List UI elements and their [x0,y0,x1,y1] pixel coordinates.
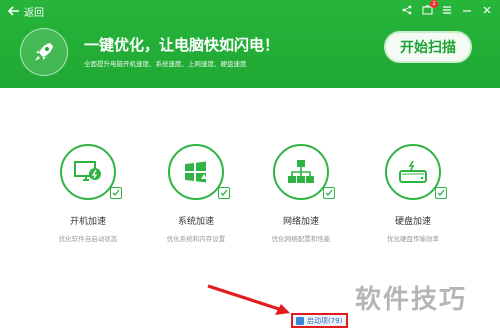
back-arrow-icon [8,6,19,16]
share-icon[interactable] [400,3,414,17]
boot-items-label: 启动项(79) [307,316,343,325]
skin-icon[interactable]: 2 [420,0,438,17]
checkbox-icon[interactable] [323,187,335,199]
feature-title: 开机加速 [69,217,106,227]
feature-title: 系统加速 [177,217,214,227]
banner-subline: 全面提升电脑开机速度、系统速度、上网速度、硬盘速度 [84,60,247,68]
feature-desc: 优化软件自启动状态 [58,235,118,243]
feature-title: 网络加速 [282,217,319,227]
feature-disk-speedup[interactable]: 硬盘加速 优化硬盘传输效率 [368,144,458,243]
monitor-boot-icon [60,144,122,200]
feature-boot-speedup[interactable]: 开机加速 优化软件自启动状态 [43,144,133,243]
start-scan-button[interactable]: 开始扫描 [384,31,472,63]
checkbox-icon[interactable] [435,187,447,199]
boot-items-icon [296,316,304,325]
feature-system-speedup[interactable]: 系统加速 优化系统和内存设置 [151,144,241,243]
back-button[interactable]: 返回 [8,4,44,19]
windows-system-icon [168,144,230,200]
feature-title: 硬盘加速 [394,217,431,227]
banner-headline: 一键优化，让电脑快如闪电！ [84,36,280,54]
red-arrow-annotation [207,284,290,315]
feature-desc: 优化网络配置和性能 [271,235,331,243]
boot-items-button[interactable]: 启动项(79) [291,313,348,328]
checkbox-icon[interactable] [110,187,122,199]
back-label: 返回 [24,7,44,19]
feature-network-speedup[interactable]: 网络加速 优化网络配置和性能 [256,144,346,243]
disk-icon [385,144,447,200]
feature-desc: 优化硬盘传输效率 [387,235,439,243]
skin-badge: 2 [430,0,438,8]
checkbox-icon[interactable] [218,187,230,199]
minimize-icon[interactable] [460,3,474,17]
feature-desc: 优化系统和内存设置 [166,235,226,243]
rocket-icon [20,28,68,76]
menu-icon[interactable] [440,3,454,17]
close-icon[interactable] [480,3,494,17]
banner: 返回 2 一键优化，让电脑快如闪电！ 全面提升电脑开机速度、系统速度、上网速度、… [0,0,500,88]
window-controls: 2 [400,0,494,17]
watermark: 软件技巧 [355,285,468,315]
titlebar: 返回 2 [0,0,500,22]
network-icon [273,144,335,200]
